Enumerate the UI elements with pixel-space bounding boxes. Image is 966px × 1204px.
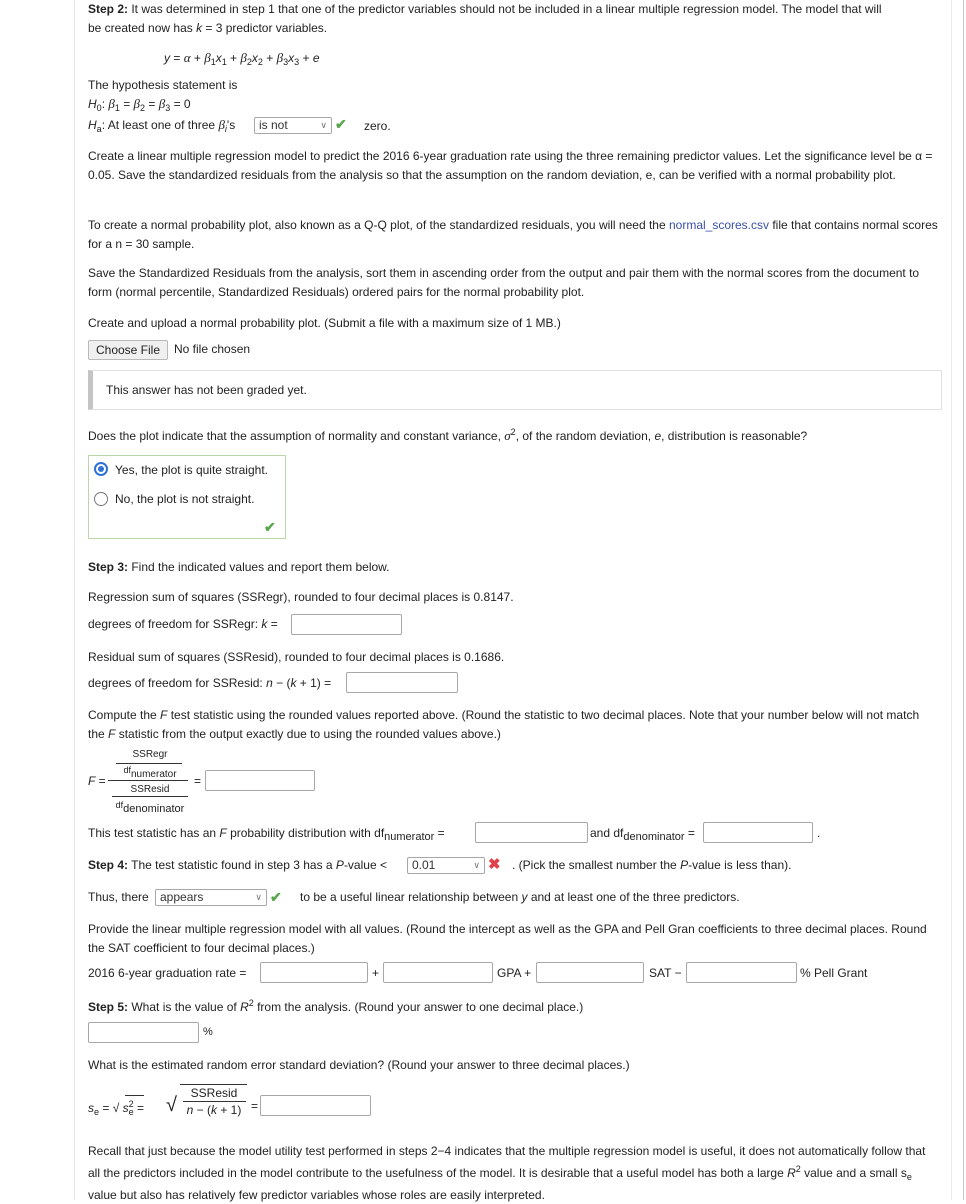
inner-fraction-bar (116, 763, 182, 764)
alt-hypothesis: Ha: At least one of three βi's (88, 117, 236, 134)
radio-no[interactable] (94, 492, 108, 506)
normality-options: Yes, the plot is quite straight. No, the… (88, 455, 286, 539)
step2-text: It was determined in step 1 that one of … (128, 2, 882, 16)
upload-prompt: Create and upload a normal probability p… (88, 316, 561, 330)
ha-select[interactable]: is not ∨ (254, 117, 332, 134)
chevron-down-icon: ∨ (255, 892, 262, 902)
step2-text2: be created now has (88, 21, 197, 35)
pvalue-hint: . (Pick the smallest number the P-value … (512, 858, 792, 872)
relationship-select-value: appears (160, 890, 204, 904)
step2-label: Step 2: (88, 2, 129, 16)
ssresid-text: Residual sum of squares (SSResid), round… (88, 650, 505, 664)
grading-status-box: This answer has not been graded yet. (88, 370, 942, 410)
step3-label: Step 3: (88, 560, 129, 574)
option-yes-label[interactable]: Yes, the plot is quite straight. (115, 463, 268, 477)
intercept-input[interactable] (260, 962, 368, 983)
ssregr-term: SSRegr (132, 749, 168, 760)
gpa-label: GPA + (497, 966, 532, 980)
se-equals: = (251, 1099, 259, 1113)
df-ssregr-input[interactable] (291, 614, 402, 635)
scrollbar-track[interactable] (963, 0, 964, 1200)
se-fraction-bar (183, 1101, 246, 1102)
sat-coef-input[interactable] (536, 962, 644, 983)
ha-suffix: zero. (364, 119, 391, 133)
step5-text: Step 5: What is the value of R2 from the… (88, 998, 584, 1014)
chevron-down-icon: ∨ (473, 860, 480, 870)
r-squared-input[interactable] (88, 1022, 199, 1043)
df-denominator-input[interactable] (703, 822, 813, 843)
instruction-para-2: To create a normal probability plot, als… (88, 216, 938, 254)
distribution-text: This test statistic has an F probability… (88, 826, 445, 843)
relationship-select[interactable]: appears ∨ (155, 889, 267, 906)
percent-label: % (203, 1026, 213, 1038)
ssresid-term: SSResid (130, 784, 170, 795)
sat-label: SAT − (649, 966, 682, 980)
content-left-border (74, 0, 75, 1200)
chevron-down-icon: ∨ (320, 120, 327, 130)
df-numerator-input[interactable] (475, 822, 588, 843)
df-ssresid-input[interactable] (346, 672, 458, 693)
step3-text: Find the indicated values and report the… (128, 560, 390, 574)
instruction-para-1: Create a linear multiple regression mode… (88, 149, 933, 182)
step2-text3: = 3 predictor variables. (202, 21, 328, 35)
pell-label: % Pell Grant (800, 966, 868, 980)
se-numerator: SSResid (190, 1086, 238, 1100)
thus-there-label: Thus, there (88, 890, 149, 904)
normal-scores-link[interactable]: normal_scores.csv (669, 218, 769, 232)
relationship-text: to be a useful linear relationship betwe… (300, 890, 740, 904)
se-input[interactable] (260, 1095, 371, 1116)
model-instructions: Provide the linear multiple regression m… (88, 922, 927, 955)
ssregr-text: Regression sum of squares (SSRegr), roun… (88, 590, 514, 604)
compute-f-text: Compute the F test statistic using the r… (88, 708, 920, 741)
no-file-label: No file chosen (174, 342, 251, 356)
df-ssregr-label: degrees of freedom for SSRegr: k = (88, 617, 278, 631)
incorrect-x-icon: ✖ (488, 856, 501, 873)
correct-check-icon: ✔ (264, 519, 276, 535)
step3-intro: Step 3: Find the indicated values and re… (88, 560, 390, 574)
step5-label: Step 5: (88, 1000, 129, 1014)
main-fraction-bar (108, 780, 188, 781)
step4-label: Step 4: (88, 858, 129, 872)
null-hypothesis: H0: β1 = β2 = β3 = 0 (88, 96, 191, 113)
inner-fraction-bar-2 (112, 796, 188, 797)
correct-check-icon: ✔ (270, 889, 282, 905)
ha-select-value: is not (259, 118, 288, 132)
para2-text: To create a normal probability plot, als… (88, 218, 669, 232)
pell-coef-input[interactable] (686, 962, 797, 983)
pvalue-select[interactable]: 0.01 ∨ (407, 857, 485, 874)
instruction-para-3: Save the Standardized Residuals from the… (88, 266, 920, 299)
step2-intro: Step 2: It was determined in step 1 that… (88, 0, 938, 38)
sqrt-bar-1 (125, 1095, 144, 1096)
df-denominator-term: dfdenominator (115, 800, 185, 815)
pvalue-select-value: 0.01 (412, 858, 436, 872)
step4-text: Step 4: The test statistic found in step… (88, 858, 387, 872)
hypothesis-intro: The hypothesis statement is (88, 78, 238, 92)
content-right-border (951, 0, 952, 1200)
se-question: What is the estimated random error stand… (88, 1058, 630, 1072)
f-equals: = (194, 774, 202, 788)
f-lhs: F = (88, 774, 106, 788)
period: . (817, 826, 821, 840)
normality-question: Does the plot indicate that the assumpti… (88, 427, 808, 443)
choose-file-button[interactable]: Choose File (88, 340, 168, 360)
and-df-text: and dfdenominator = (590, 826, 695, 843)
df-ssresid-label: degrees of freedom for SSResid: n − (k +… (88, 676, 332, 690)
model-lhs: 2016 6-year graduation rate = (88, 966, 247, 980)
graded-message: This answer has not been graded yet. (106, 383, 307, 397)
gpa-coef-input[interactable] (383, 962, 493, 983)
se-formula: se = √ se2 = (88, 1099, 144, 1117)
plus-sign: + (372, 966, 380, 980)
sqrt-bar-2 (180, 1084, 247, 1085)
option-no-label[interactable]: No, the plot is not straight. (115, 492, 254, 506)
f-statistic-input[interactable] (205, 770, 315, 791)
recall-note: Recall that just because the model utili… (88, 1144, 926, 1202)
df-numerator-term: dfnumerator (123, 765, 177, 780)
sqrt-symbol: √ (166, 1094, 177, 1116)
se-denominator: n − (k + 1) (186, 1103, 242, 1117)
correct-check-icon: ✔ (335, 116, 347, 132)
radio-yes[interactable] (94, 462, 108, 476)
model-equation: y = α + β1x1 + β2x2 + β3x3 + e (164, 50, 320, 67)
